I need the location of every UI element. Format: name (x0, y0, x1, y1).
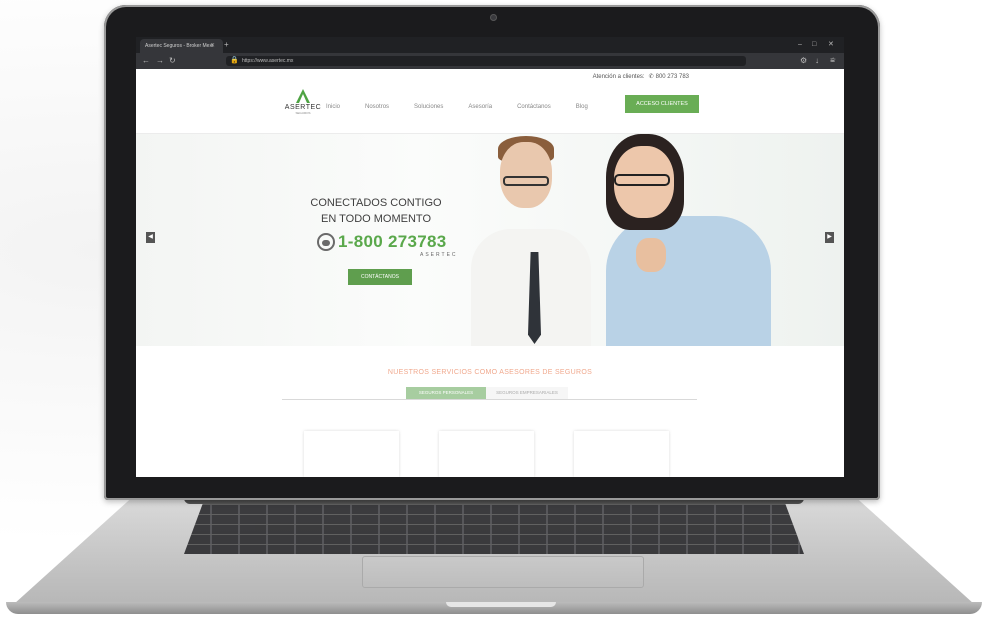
woman-photo-hand (636, 238, 666, 272)
site-header: ASERTEC SEGUROS Inicio Nosotros Solucion… (136, 83, 844, 134)
man-photo-glasses (503, 176, 549, 186)
trackpad (362, 556, 644, 588)
contact-label: Atención a clientes: (592, 74, 645, 80)
contact-phone[interactable]: 800 273 783 (656, 74, 689, 80)
menu-item-soluciones[interactable]: Soluciones (414, 104, 443, 110)
maximize-button[interactable]: □ (812, 39, 816, 51)
menu-item-asesoria[interactable]: Asesoría (468, 104, 492, 110)
forward-icon[interactable]: → (156, 55, 164, 67)
hotline-number[interactable]: 1-800 273783 (338, 232, 447, 252)
menu-item-blog[interactable]: Blog (576, 104, 588, 110)
hotline: 1-800 273783 (317, 230, 447, 254)
menu-item-contactanos[interactable]: Contáctanos (517, 104, 551, 110)
tab-business-insurance[interactable]: SEGUROS EMPRESARIALES (486, 387, 568, 399)
close-tab-icon[interactable]: ✕ (210, 39, 215, 53)
web-page: Atención a clientes: ✆ 800 273 783 ASERTEC… (136, 69, 844, 477)
logo-subtitle: SEGUROS (295, 111, 311, 115)
lock-icon: 🔒 (230, 57, 239, 64)
laptop-screen: Asertec Seguros - Broker Mexi ✕ + – □ ✕ … (136, 37, 844, 477)
extensions-icon[interactable]: ⚙ (800, 55, 807, 67)
menu-icon[interactable]: ≡ (830, 55, 835, 67)
tab-personal-insurance[interactable]: SEGUROS PERSONALES (406, 387, 486, 399)
contact-line: Atención a clientes: ✆ 800 273 783 (593, 73, 689, 80)
address-bar[interactable]: 🔒 https://www.asertec.mx ☆ (226, 56, 836, 66)
browser-tab-bar: Asertec Seguros - Broker Mexi ✕ + – □ ✕ (136, 37, 844, 53)
reload-icon[interactable]: ↻ (169, 55, 176, 67)
webcam-icon (490, 14, 497, 21)
minimize-button[interactable]: – (798, 39, 802, 51)
man-photo-head (500, 142, 552, 208)
phone-icon: ✆ (648, 74, 654, 80)
service-card[interactable] (574, 431, 669, 477)
woman-photo-body (606, 216, 771, 346)
hotline-brand: ASERTEC (420, 252, 458, 258)
headset-icon (317, 233, 335, 251)
download-icon[interactable]: ↓ (815, 55, 819, 67)
keyboard (184, 504, 804, 554)
contact-us-button[interactable]: CONTÁCTANOS (348, 269, 412, 285)
new-tab-button[interactable]: + (224, 39, 229, 51)
hero-title-line1: CONECTADOS CONTIGO (310, 197, 442, 209)
woman-photo-glasses (614, 174, 670, 186)
site-logo[interactable]: ASERTEC SEGUROS (283, 89, 323, 123)
laptop-notch (446, 602, 556, 607)
laptop-base (6, 492, 982, 614)
close-window-button[interactable]: ✕ (828, 39, 834, 51)
hero-title: CONECTADOS CONTIGO EN TODO MOMENTO (296, 195, 456, 227)
laptop-lid: Asertec Seguros - Broker Mexi ✕ + – □ ✕ … (104, 5, 880, 500)
menu-item-inicio[interactable]: Inicio (326, 104, 340, 110)
slider-prev-arrow-icon[interactable]: ◀ (146, 232, 155, 243)
services-tabs: SEGUROS PERSONALES SEGUROS EMPRESARIALES (282, 387, 697, 400)
browser-toolbar: ← → ↻ 🔒 https://www.asertec.mx ☆ ⚙ ↓ ≡ (136, 53, 844, 69)
hero-title-line2: EN TODO MOMENTO (320, 213, 431, 225)
browser-tab-title: Asertec Seguros - Broker Mexi (145, 43, 214, 49)
service-card[interactable] (439, 431, 534, 477)
logo-name: ASERTEC (284, 104, 322, 111)
logo-mark-icon (296, 89, 310, 103)
menu-item-nosotros[interactable]: Nosotros (365, 104, 389, 110)
slider-next-arrow-icon[interactable]: ▶ (825, 232, 834, 243)
hero-slider: CONECTADOS CONTIGO EN TODO MOMENTO 1-800… (136, 134, 844, 346)
access-clients-button[interactable]: ACCESO CLIENTES (625, 95, 699, 113)
url-text: https://www.asertec.mx (242, 58, 294, 64)
service-card[interactable] (304, 431, 399, 477)
services-title: NUESTROS SERVICIOS COMO ASESORES DE SEGU… (387, 369, 593, 376)
main-menu: Inicio Nosotros Soluciones Asesoría Cont… (326, 99, 613, 115)
back-icon[interactable]: ← (142, 55, 150, 67)
